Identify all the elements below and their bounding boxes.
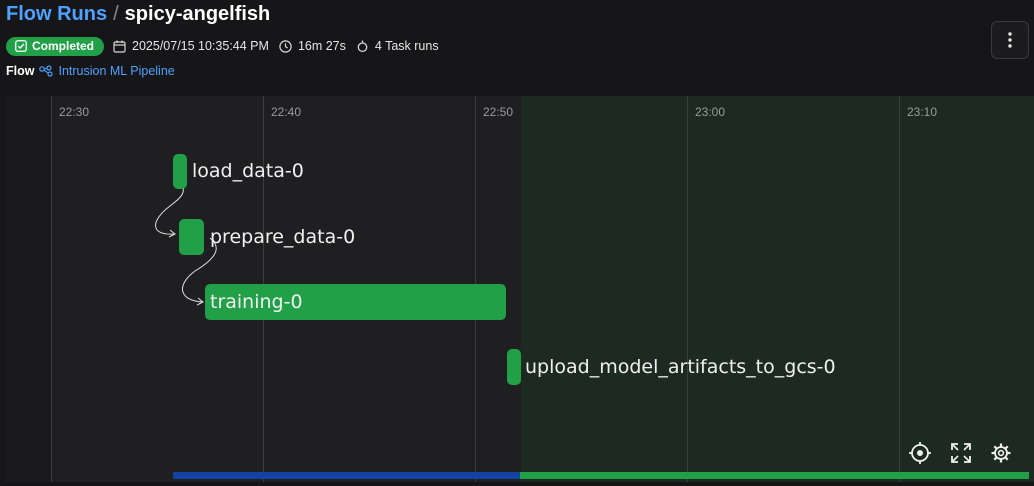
timeline-scrubber-elapsed (173, 472, 520, 479)
task-run-icon (357, 40, 368, 52)
check-square-icon (15, 40, 27, 52)
fullscreen-icon (951, 443, 971, 463)
more-vertical-icon (1008, 32, 1012, 48)
settings-button[interactable] (989, 441, 1013, 465)
recenter-icon (909, 442, 931, 464)
dependency-arrows (155, 183, 217, 306)
flow-run-page: Flow Runs / spicy-angelfish Completed 20… (0, 0, 1034, 486)
fullscreen-button[interactable] (949, 441, 973, 465)
task-runs-value: 4 Task runs (374, 39, 439, 53)
task-runs-count[interactable]: 4 Task runs (356, 39, 439, 53)
more-actions-button[interactable] (991, 21, 1029, 59)
duration: 16m 27s (279, 39, 346, 53)
flow-icon (39, 65, 54, 77)
status-label: Completed (32, 39, 95, 53)
breadcrumb: Flow Runs / spicy-angelfish (6, 3, 270, 26)
run-meta-row: Completed 2025/07/15 10:35:44 PM 16m 27s (6, 36, 449, 56)
breadcrumb-flow-runs-link[interactable]: Flow Runs (6, 3, 107, 26)
status-badge: Completed (6, 36, 105, 56)
start-time: 2025/07/15 10:35:44 PM (113, 39, 269, 53)
task-bar-upload-model-artifacts[interactable] (507, 349, 521, 385)
breadcrumb-separator: / (113, 3, 119, 25)
task-label: upload_model_artifacts_to_gcs-0 (525, 356, 836, 378)
settings-icon (991, 443, 1011, 463)
timeline-scrubber-remaining (520, 472, 1029, 479)
timeline-scrubber[interactable] (173, 472, 1029, 479)
start-time-value: 2025/07/15 10:35:44 PM (132, 39, 269, 53)
task-bar-load-data[interactable] (173, 154, 187, 189)
flow-link[interactable]: Intrusion ML Pipeline (39, 64, 175, 78)
task-label: prepare_data-0 (210, 226, 356, 248)
task-label: training-0 (210, 291, 303, 313)
task-bar-prepare-data[interactable] (179, 219, 204, 255)
task-label: load_data-0 (192, 160, 304, 182)
clock-icon (279, 39, 292, 53)
flow-label: Flow (6, 64, 35, 78)
flow-row: Flow Intrusion ML Pipeline (6, 64, 175, 78)
recenter-button[interactable] (908, 441, 932, 465)
flow-name: Intrusion ML Pipeline (58, 64, 175, 78)
calendar-icon (113, 40, 126, 53)
page-title: spicy-angelfish (124, 3, 271, 25)
run-timeline[interactable]: 22:30 22:40 22:50 23:00 23:10 load_data-… (5, 96, 1034, 482)
duration-value: 16m 27s (297, 39, 346, 53)
